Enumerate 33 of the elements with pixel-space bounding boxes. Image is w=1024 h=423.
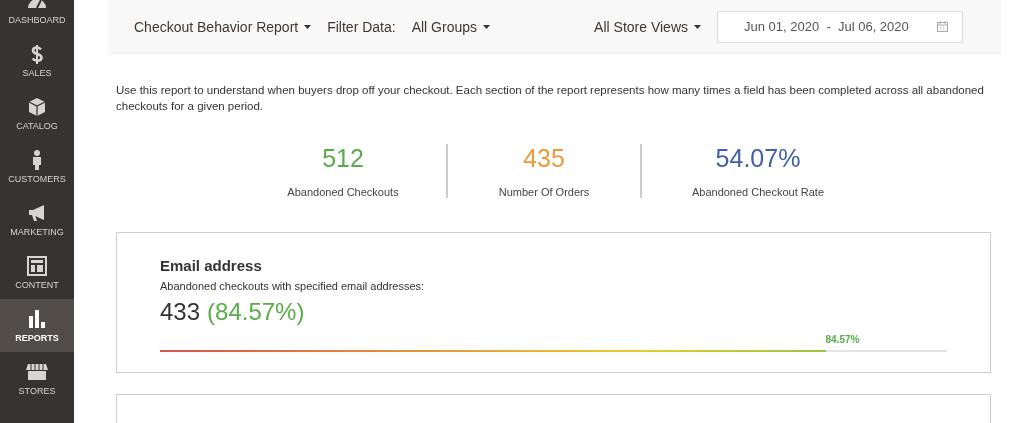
calendar-icon (937, 21, 948, 32)
group-dropdown[interactable]: All Groups (411, 18, 491, 35)
sidebar-item[interactable]: CUSTOMERS (0, 140, 74, 193)
sidebar-item[interactable]: SALES (0, 34, 74, 87)
report-dropdown[interactable]: Checkout Behavior Report (134, 18, 312, 35)
sidebar-item[interactable]: MARKETING (0, 193, 74, 246)
filter-label: Filter Data: (327, 18, 396, 35)
section-title: Email address (160, 257, 263, 274)
bar-chart-icon (26, 308, 48, 330)
sidebar-item[interactable]: CONTENT (0, 246, 74, 299)
sidebar-item[interactable]: DASHBOARD (0, 0, 74, 34)
caret-icon (694, 24, 701, 29)
sidebar-item[interactable]: CATALOG (0, 87, 74, 140)
caret-icon (304, 24, 312, 29)
date-range-field[interactable]: Jun 01, 2020 - Jul 06, 2020 (717, 10, 963, 43)
metric-value: 435 (523, 144, 565, 172)
sidebar-item[interactable]: STORES (0, 352, 74, 405)
progress-label: 84.57% (825, 334, 860, 347)
metric-label: Abandoned Checkouts (287, 186, 399, 198)
sidebar-item[interactable]: REPORTS (0, 299, 74, 352)
section-subtitle: Abandoned checkouts with specified email addresses: (160, 280, 426, 292)
metric-value: 512 (322, 144, 364, 172)
store-icon (26, 361, 48, 383)
metric-value: 54.07% (715, 144, 801, 172)
caret-icon (483, 24, 491, 29)
metric-label: Number Of Orders (498, 186, 590, 198)
store-view-dropdown[interactable]: All Store Views (594, 18, 701, 35)
metric-label: Abandoned Checkout Rate (691, 186, 825, 198)
percent-value: (84.57%) (207, 298, 305, 326)
report-description: Use this report to understand when buyers drop off your checkout. Each section of the report represents how many times a field has been completed across all abandoned checkouts for a given period. (116, 83, 985, 114)
box-icon (26, 96, 48, 118)
layout-icon (26, 255, 48, 277)
count-value: 433 (160, 298, 201, 326)
